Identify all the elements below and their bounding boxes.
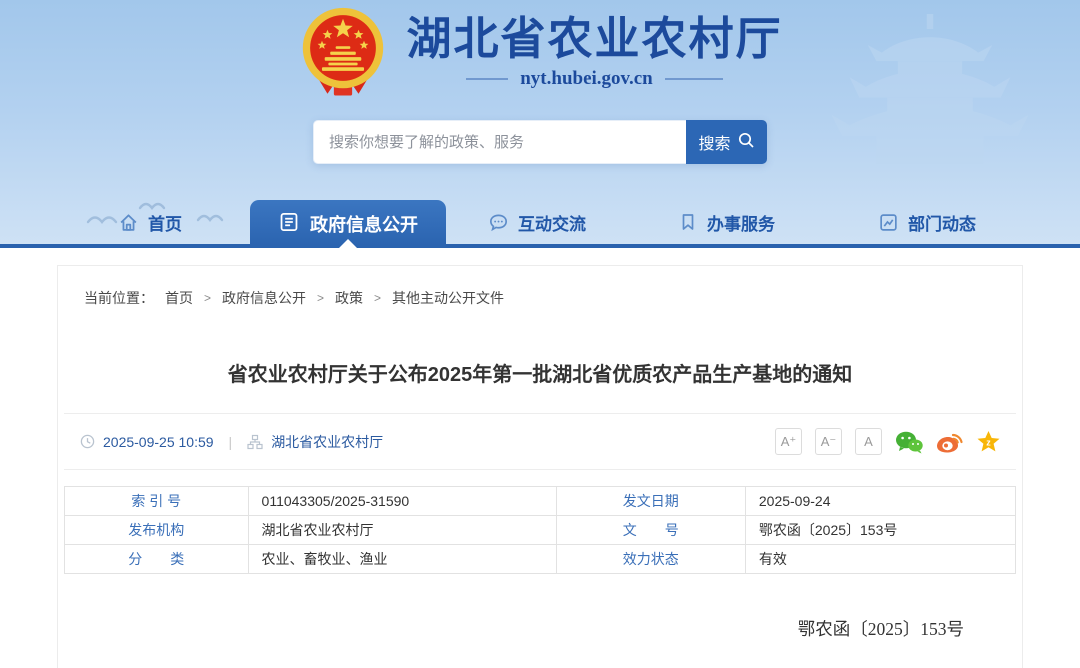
- article-meta-right: A⁺ A⁻ A z: [775, 428, 1001, 455]
- nav-item-department-news[interactable]: 部门动态: [878, 200, 976, 244]
- search-bar: 搜索: [313, 120, 767, 164]
- page: 湖北省农业农村厅 nyt.hubei.gov.cn 搜索你想要了解的政策、服务 …: [0, 0, 1080, 668]
- article-source: 湖北省农业农村厅: [271, 433, 384, 450]
- site-header: 湖北省农业农村厅 nyt.hubei.gov.cn 搜索你想要了解的政策、服务 …: [0, 0, 1080, 248]
- breadcrumb-separator: >: [204, 291, 212, 305]
- table-row: 分 类 农业、畜牧业、渔业 效力状态 有效: [64, 544, 1017, 574]
- nav-item-label: 部门动态: [908, 214, 976, 234]
- doc-number-label: 文 号: [555, 515, 746, 545]
- issue-date-value: 2025-09-24: [744, 486, 1017, 516]
- article-meta-left: 2025-09-25 10:59 | 湖北省农业农村厅: [80, 432, 383, 452]
- document-info-table: 索 引 号 011043305/2025-31590 发文日期 2025-09-…: [64, 486, 1017, 574]
- site-domain-row: nyt.hubei.gov.cn: [406, 68, 782, 90]
- article-card: 当前位置： 首页 > 政府信息公开 > 政策 > 其他主动公开文件 省农业农村厅…: [57, 265, 1023, 668]
- font-increase-button[interactable]: A⁺: [775, 428, 802, 455]
- issue-date-label: 发文日期: [555, 486, 746, 516]
- breadcrumb-separator: >: [374, 291, 382, 305]
- breadcrumb-item-policy[interactable]: 政策: [335, 288, 363, 308]
- content-area: 当前位置： 首页 > 政府信息公开 > 政策 > 其他主动公开文件 省农业农村厅…: [0, 248, 1080, 668]
- nav-item-label: 政府信息公开: [310, 215, 418, 235]
- article-meta-row: 2025-09-25 10:59 | 湖北省农业农村厅 A⁺ A⁻ A z: [64, 413, 1016, 470]
- search-button[interactable]: 搜索: [686, 120, 767, 164]
- nav-item-services[interactable]: 办事服务: [678, 200, 775, 244]
- table-row: 发布机构 湖北省农业农村厅 文 号 鄂农函〔2025〕153号: [64, 515, 1017, 545]
- document-number-text: 鄂农函〔2025〕153号: [797, 619, 964, 639]
- breadcrumb-item-other-docs[interactable]: 其他主动公开文件: [392, 288, 504, 308]
- doc-number-value: 鄂农函〔2025〕153号: [744, 515, 1017, 545]
- issuing-agency-value: 湖北省农业农村厅: [247, 515, 557, 545]
- breadcrumb-prefix: 当前位置：: [84, 290, 154, 306]
- meta-divider: |: [228, 433, 233, 450]
- clock-icon: [80, 434, 95, 449]
- national-emblem-logo: [303, 7, 384, 96]
- index-number-label: 索 引 号: [64, 486, 249, 516]
- category-value: 农业、畜牧业、渔业: [247, 544, 557, 574]
- search-button-label: 搜索: [698, 136, 731, 153]
- nav-item-interaction[interactable]: 互动交流: [488, 200, 586, 244]
- article-title: 省农业农村厅关于公布2025年第一批湖北省优质农产品生产基地的通知: [227, 364, 853, 386]
- search-icon: [737, 131, 755, 154]
- nav-item-label: 首页: [148, 214, 182, 234]
- document-icon: [278, 211, 300, 238]
- breadcrumb-item-gov-info[interactable]: 政府信息公开: [222, 288, 306, 308]
- publish-time: 2025-09-25 10:59: [103, 433, 214, 450]
- nav-item-home[interactable]: 首页: [118, 200, 182, 244]
- domain-dash-right: [664, 78, 723, 81]
- home-icon: [118, 212, 139, 233]
- breadcrumb-item-home[interactable]: 首页: [165, 288, 193, 308]
- qzone-share-icon[interactable]: z: [976, 430, 1001, 454]
- site-title: 湖北省农业农村厅: [406, 14, 783, 64]
- search-input[interactable]: [313, 120, 686, 164]
- nav-item-label: 办事服务: [707, 214, 775, 234]
- bookmark-icon: [678, 212, 698, 232]
- validity-label: 效力状态: [555, 544, 746, 574]
- wechat-share-icon[interactable]: [895, 430, 923, 454]
- news-chart-icon: [878, 212, 899, 233]
- org-icon: [247, 434, 263, 449]
- font-decrease-button[interactable]: A⁻: [815, 428, 842, 455]
- active-tab-notch: [339, 239, 357, 248]
- domain-dash-left: [466, 78, 509, 81]
- font-reset-button[interactable]: A: [855, 428, 882, 455]
- chat-icon: [488, 212, 509, 233]
- main-nav: 首页 政府信息公开 互动交流 办事服务 部门动态: [0, 200, 1080, 248]
- site-domain-text: nyt.hubei.gov.cn: [520, 68, 653, 90]
- validity-value: 有效: [744, 544, 1017, 574]
- site-brand: 湖北省农业农村厅 nyt.hubei.gov.cn: [0, 6, 1080, 101]
- breadcrumb-separator: >: [317, 291, 325, 305]
- issuing-agency-label: 发布机构: [64, 515, 249, 545]
- breadcrumb: 当前位置： 首页 > 政府信息公开 > 政策 > 其他主动公开文件: [58, 266, 1022, 308]
- svg-text:z: z: [986, 437, 991, 447]
- weibo-share-icon[interactable]: [936, 430, 963, 454]
- table-row: 索 引 号 011043305/2025-31590 发文日期 2025-09-…: [64, 486, 1017, 516]
- index-number-value: 011043305/2025-31590: [247, 486, 557, 516]
- nav-item-gov-info-active[interactable]: 政府信息公开: [250, 200, 446, 248]
- category-label: 分 类: [64, 544, 249, 574]
- nav-item-label: 互动交流: [518, 214, 586, 234]
